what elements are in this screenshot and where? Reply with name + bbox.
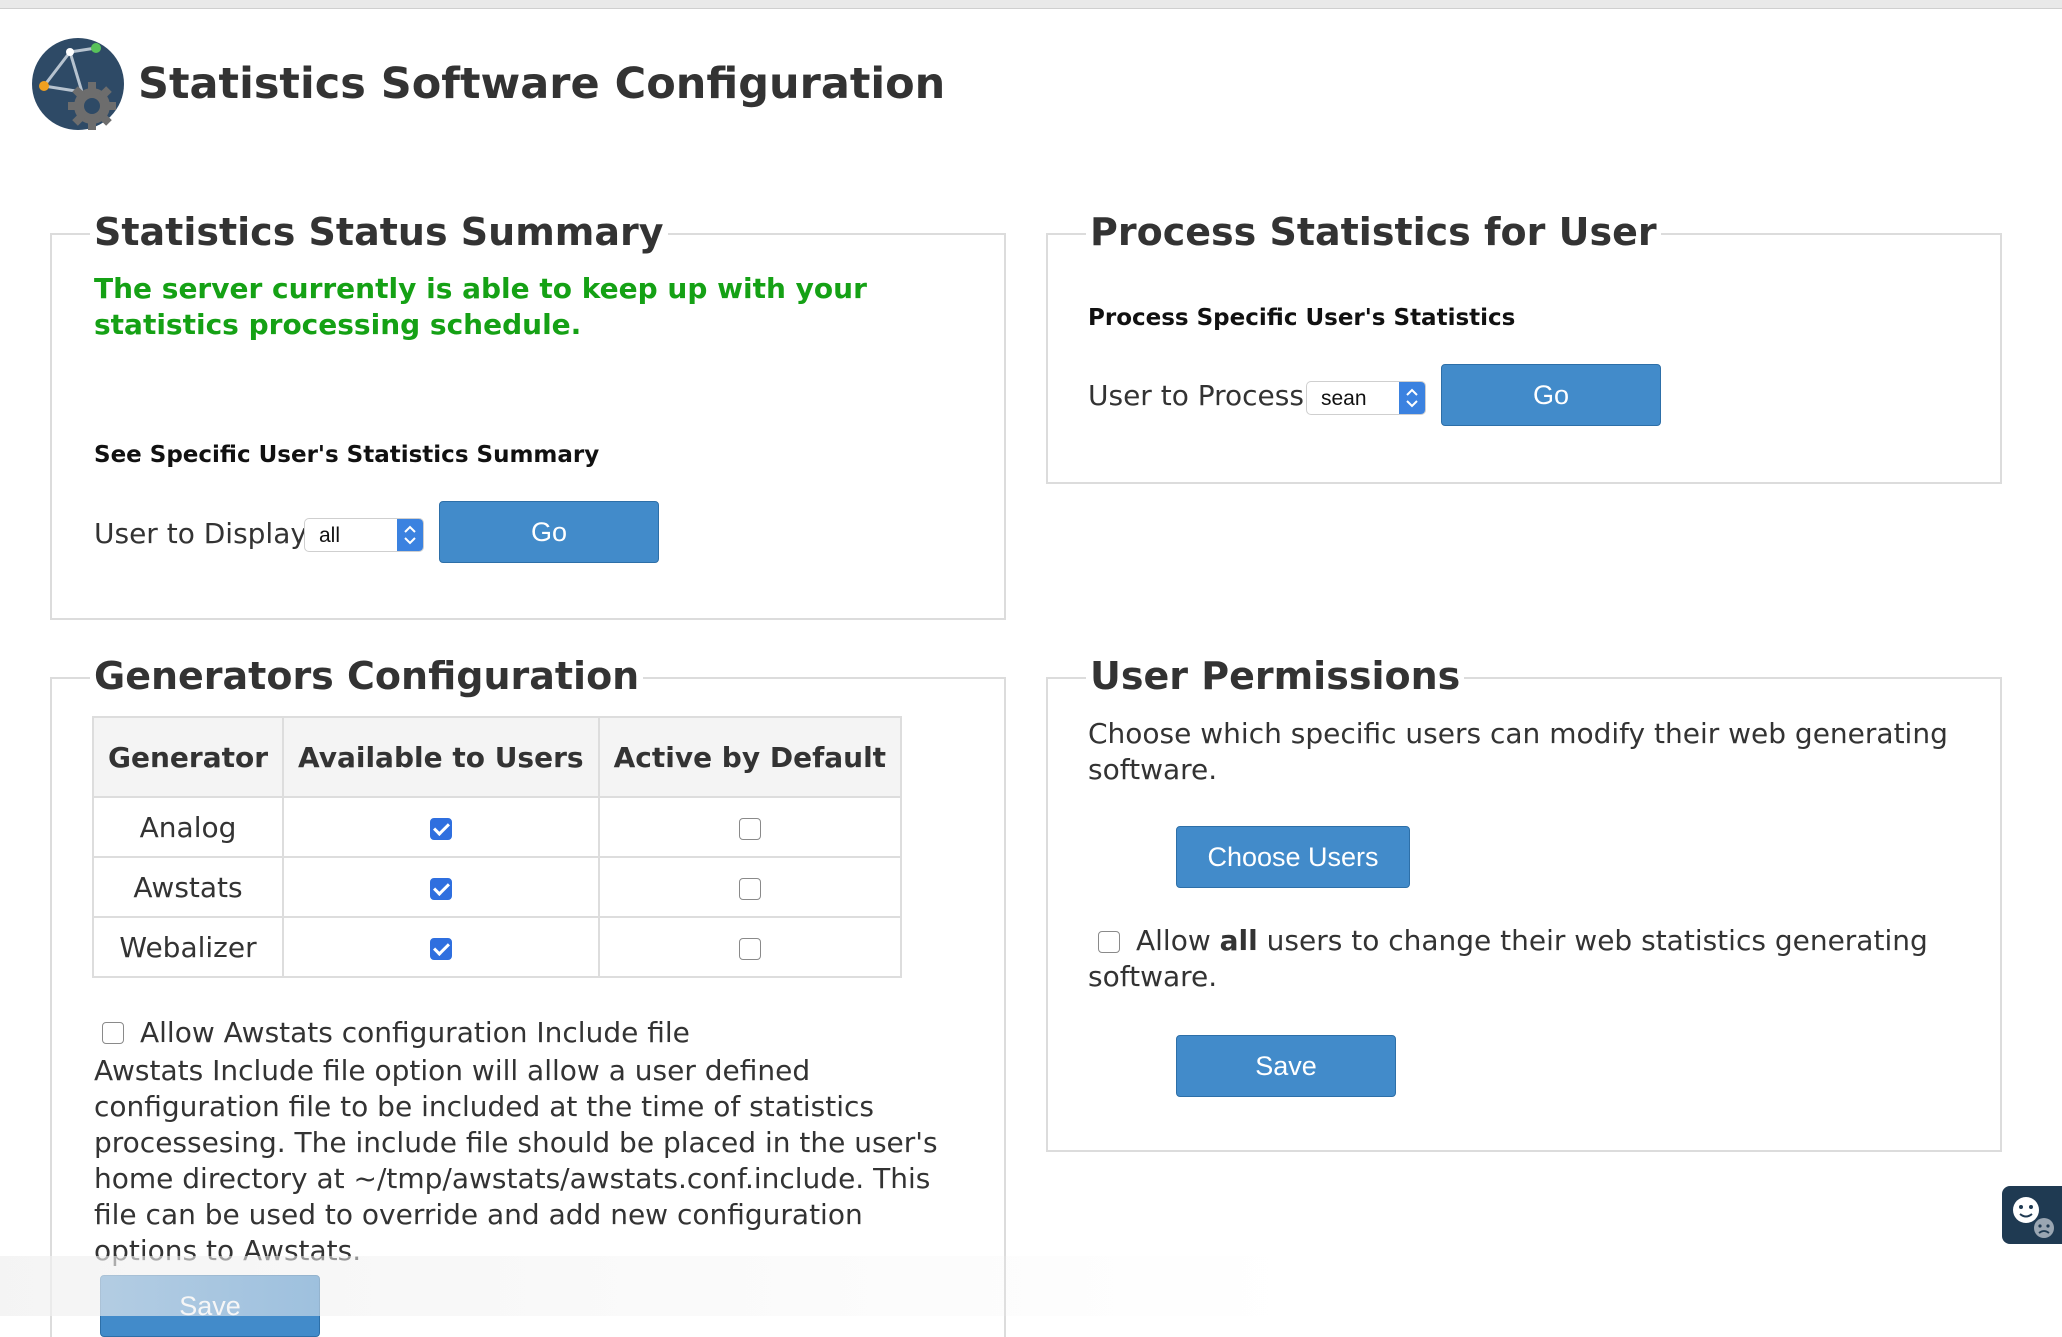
feedback-button[interactable]: [2002, 1186, 2062, 1244]
status-summary-panel: Statistics Status Summary The server cur…: [50, 208, 1006, 620]
user-to-process-value: sean: [1321, 387, 1367, 410]
table-row: Awstats: [91, 856, 903, 918]
generators-panel: Generators Configuration Generator Avail…: [50, 652, 1006, 1337]
user-to-process-select[interactable]: sean: [1306, 381, 1426, 415]
generators-table: Generator Available to Users Active by D…: [91, 716, 903, 978]
allow-all-users-label: Allow all users to change their web stat…: [1088, 923, 1948, 995]
display-go-button[interactable]: Go: [439, 501, 659, 563]
user-permissions-description: Choose which specific users can modify t…: [1088, 717, 1948, 786]
generators-save-button[interactable]: Save: [100, 1275, 320, 1337]
status-summary-subheading: See Specific User's Statistics Summary: [94, 442, 600, 468]
feedback-faces-icon: [2013, 1197, 2054, 1238]
generator-name: Awstats: [91, 856, 285, 918]
active-checkbox-awstats[interactable]: [738, 877, 761, 900]
user-permissions-panel: User Permissions Choose which specific u…: [1046, 652, 2002, 1152]
user-permissions-legend: User Permissions: [1086, 652, 1465, 700]
include-file-label: Allow Awstats configuration Include file: [140, 1016, 690, 1049]
process-go-button[interactable]: Go: [1441, 364, 1661, 426]
generator-name: Webalizer: [91, 916, 285, 978]
active-checkbox-webalizer[interactable]: [738, 937, 761, 960]
process-stats-legend: Process Statistics for User: [1086, 208, 1661, 256]
allow-all-bold: all: [1219, 924, 1258, 957]
available-checkbox-awstats[interactable]: [429, 877, 452, 900]
allow-all-prefix: Allow: [1136, 924, 1220, 957]
generators-legend: Generators Configuration: [90, 652, 644, 700]
table-header-row: Generator Available to Users Active by D…: [91, 716, 903, 798]
process-stats-subheading: Process Specific User's Statistics: [1088, 305, 1516, 331]
column-header-available: Available to Users: [282, 716, 600, 798]
up-down-arrows-icon: [397, 519, 423, 551]
available-checkbox-webalizer[interactable]: [429, 937, 452, 960]
available-checkbox-analog[interactable]: [429, 817, 452, 840]
user-to-display-select[interactable]: all: [304, 518, 424, 552]
process-stats-panel: Process Statistics for User Process Spec…: [1046, 208, 2002, 484]
include-file-description: Awstats Include file option will allow a…: [94, 1054, 938, 1267]
generator-name: Analog: [91, 796, 285, 858]
statistics-gear-logo-icon: [32, 38, 124, 130]
column-header-active: Active by Default: [597, 716, 903, 798]
up-down-arrows-icon: [1399, 382, 1425, 414]
top-border: [0, 0, 2062, 9]
status-summary-legend: Statistics Status Summary: [90, 208, 668, 256]
page-title: Statistics Software Configuration: [138, 59, 946, 109]
page-header: Statistics Software Configuration: [30, 36, 945, 132]
column-header-generator: Generator: [91, 716, 285, 798]
include-file-checkbox[interactable]: [102, 1022, 124, 1044]
user-to-display-value: all: [319, 524, 341, 547]
user-to-process-label: User to Process:: [1088, 379, 1314, 412]
active-checkbox-analog[interactable]: [738, 817, 761, 840]
status-message: The server currently is able to keep up …: [94, 272, 867, 341]
table-row: Analog: [91, 796, 903, 858]
user-to-display-label: User to Display:: [94, 517, 315, 550]
table-row: Webalizer: [91, 916, 903, 978]
choose-users-button[interactable]: Choose Users: [1176, 826, 1410, 888]
permissions-save-button[interactable]: Save: [1176, 1035, 1396, 1097]
